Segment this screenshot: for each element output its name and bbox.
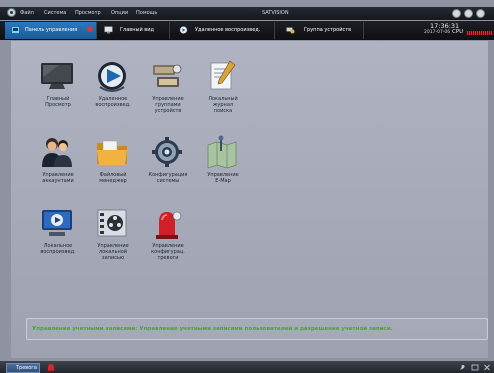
tile-system-config[interactable]: Конфигурация системы	[138, 135, 198, 191]
tile-account-management-label: Управление аккаунтами	[42, 172, 74, 184]
emap-icon	[207, 135, 237, 169]
local-record-icon	[97, 209, 127, 237]
remote-playback-tab-icon	[179, 26, 188, 34]
log-search-icon	[210, 60, 236, 90]
tile-device-group-label: Управление группами устройств	[152, 96, 184, 114]
maximize-button[interactable]	[464, 9, 473, 18]
device-group-tab-icon	[286, 27, 295, 34]
menu-system[interactable]: Система	[44, 10, 66, 17]
bottom-bar	[0, 361, 494, 373]
maximize-icon	[465, 10, 472, 17]
close-button[interactable]	[476, 9, 485, 18]
minimize-button[interactable]	[452, 9, 461, 18]
tile-local-playback-label: Локальное воспроизвед.	[40, 243, 76, 255]
system-config-icon	[152, 137, 182, 167]
tile-file-manager-label: Файловый менеджер	[99, 172, 127, 184]
pin-icon[interactable]	[458, 364, 466, 371]
tile-log-search[interactable]: Локальный журнал поиска	[193, 59, 253, 125]
description-text: Управление учетными записями: Управление…	[32, 326, 393, 332]
tile-local-playback[interactable]: Локальное воспроизвед.	[28, 206, 88, 272]
accounts-icon	[42, 138, 72, 167]
restore-icon[interactable]	[471, 364, 479, 371]
tab-remote-playback[interactable]: Удаленное воспроизвед.	[171, 22, 275, 39]
control-panel-icon	[11, 26, 20, 34]
close-panel-icon[interactable]	[483, 364, 491, 371]
close-icon	[477, 10, 484, 17]
tab-device-group-label: Группа устройств	[304, 27, 352, 33]
tile-account-management[interactable]: Управление аккаунтами	[28, 135, 88, 191]
tile-emap[interactable]: Управление E-Map	[193, 135, 253, 191]
monitor-icon	[41, 63, 73, 89]
clock-date: 2017-07-06	[424, 30, 451, 35]
tile-local-record-label: Управление локальной записью	[97, 243, 129, 261]
tile-system-config-label: Конфигурация системы	[148, 172, 188, 184]
main-view-icon	[104, 26, 113, 34]
tab-main-view[interactable]: Главный вид	[98, 22, 170, 39]
tab-control-panel[interactable]: Панель управления	[5, 22, 97, 39]
tab-close-icon[interactable]	[87, 26, 93, 32]
menu-file[interactable]: Файл	[20, 10, 34, 17]
tile-emap-label: Управление E-Map	[207, 172, 239, 184]
tab-control-panel-label: Панель управления	[25, 27, 78, 33]
tile-log-search-label: Локальный журнал поиска	[208, 96, 238, 114]
menu-help[interactable]: Помощь	[136, 10, 157, 17]
tile-alarm-config[interactable]: Управление конфигурац. тревоги	[138, 206, 198, 272]
window-title: SATVISION	[262, 10, 289, 16]
tab-device-group[interactable]: Группа устройств	[276, 22, 364, 39]
alarm-config-icon	[156, 211, 182, 239]
alarm-tab-label: Тревога	[16, 365, 38, 371]
alarm-bell-icon[interactable]	[46, 363, 56, 372]
tab-remote-playback-label: Удаленное воспроизвед.	[195, 27, 261, 33]
app-window: Файл Система Просмотр Опции Помощь SATVI…	[0, 0, 494, 373]
tile-remote-playback[interactable]: Удаленное воспроизвед.	[83, 59, 143, 125]
menu-options[interactable]: Опции	[111, 10, 128, 17]
tile-local-record[interactable]: Управление локальной записью	[83, 206, 143, 272]
alarm-tab[interactable]: Тревога	[6, 363, 40, 373]
device-group-icon	[153, 64, 182, 87]
tab-main-view-label: Главный вид	[120, 27, 154, 33]
local-playback-icon	[42, 210, 72, 236]
tile-device-group[interactable]: Управление группами устройств	[138, 59, 198, 125]
cpu-meter	[467, 31, 493, 35]
app-logo-icon[interactable]	[7, 8, 16, 17]
cpu-label: CPU	[452, 29, 464, 35]
remote-playback-icon	[98, 62, 126, 92]
tile-file-manager[interactable]: Файловый менеджер	[83, 135, 143, 191]
folder-icon	[97, 140, 127, 165]
tile-main-view[interactable]: Главный Просмотр	[28, 59, 88, 125]
description-bar: Управление учетными записями: Управление…	[26, 318, 488, 340]
minimize-icon	[453, 10, 460, 17]
tile-main-view-label: Главный Просмотр	[45, 96, 71, 108]
menu-view[interactable]: Просмотр	[75, 10, 101, 17]
tile-remote-playback-label: Удаленное воспроизвед.	[95, 96, 131, 108]
tile-alarm-config-label: Управление конфигурац. тревоги	[151, 243, 185, 261]
